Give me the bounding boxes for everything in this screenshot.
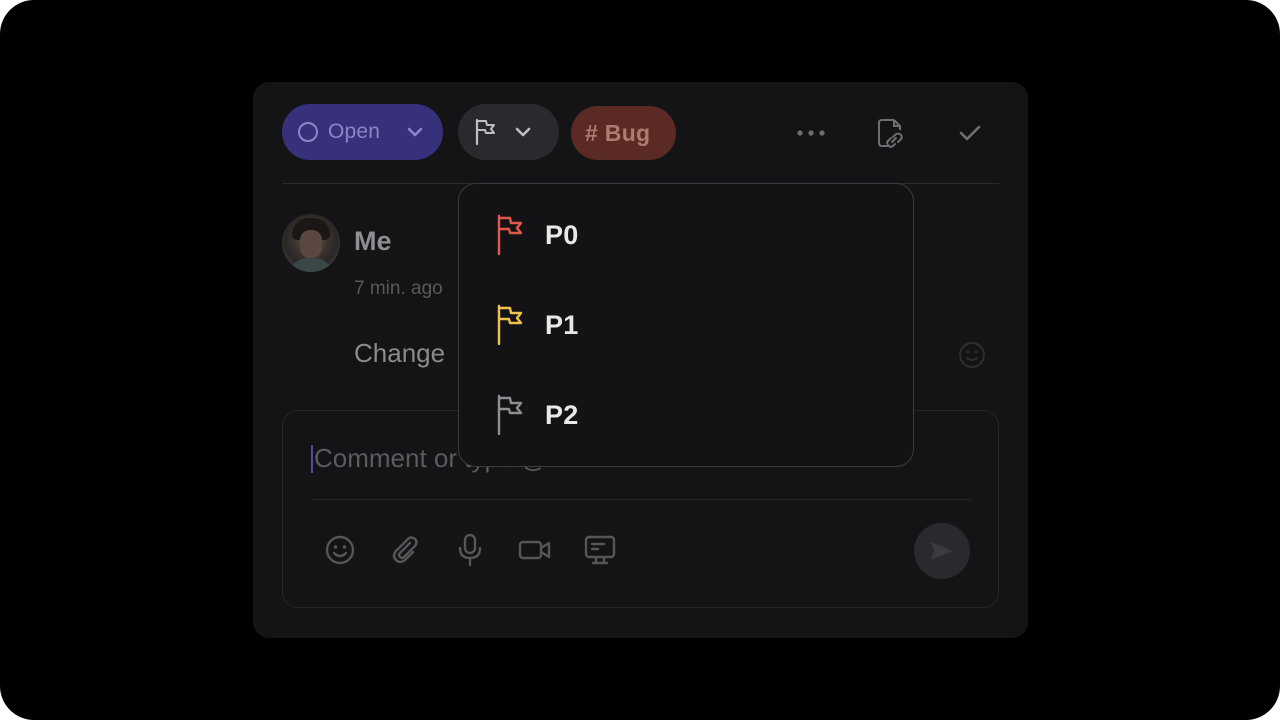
comment-author: Me [354,226,392,256]
send-button[interactable] [914,523,970,579]
emoji-button[interactable] [323,533,357,567]
microphone-icon [458,533,482,567]
tag-badge-bug[interactable]: # Bug [571,106,676,160]
priority-option-p2[interactable]: P2 [495,385,875,445]
attach-file-button[interactable] [388,533,422,567]
priority-option-p1[interactable]: P1 [495,295,875,355]
screen-record-button[interactable] [583,533,617,567]
checkmark-icon [959,125,981,141]
priority-label: P1 [545,309,579,340]
video-camera-icon [518,540,551,560]
avatar-face [300,230,322,258]
priority-label: P2 [545,399,579,430]
chevron-down-icon [407,127,423,137]
status-dropdown[interactable]: Open [282,104,443,160]
comment-timestamp: 7 min. ago [354,278,443,299]
copy-link-button[interactable] [875,118,905,148]
composer-divider [311,499,971,500]
chevron-down-icon [515,127,531,137]
more-options-button[interactable] [796,118,826,148]
send-icon [931,542,953,560]
text-caret [311,445,313,473]
priority-dropdown[interactable] [458,104,559,160]
task-toolbar: Open # Bug [282,104,1028,160]
status-circle-icon [298,122,318,142]
add-reaction-icon[interactable] [957,340,987,370]
more-dots-icon [797,130,825,136]
comment-text: Change [354,338,446,368]
flag-icon [495,304,525,346]
screen-clip-icon [584,535,616,565]
mark-complete-button[interactable] [955,118,985,148]
paperclip-icon [392,536,418,564]
app-backdrop: Open # Bug Me 7 min. ago Change Comment … [0,0,1280,720]
flag-icon [475,118,495,146]
document-link-icon [878,119,903,148]
video-record-button[interactable] [518,533,552,567]
flag-icon [495,214,525,256]
priority-label: P0 [545,219,579,250]
smiley-icon [325,535,355,565]
flag-icon [495,394,525,436]
priority-option-p0[interactable]: P0 [495,205,875,265]
avatar-body [288,258,334,272]
voice-record-button[interactable] [453,533,487,567]
tag-label: # Bug [585,119,651,146]
status-label: Open [328,120,381,143]
priority-menu: P0 P1 P2 [458,183,914,467]
avatar[interactable] [282,214,340,272]
